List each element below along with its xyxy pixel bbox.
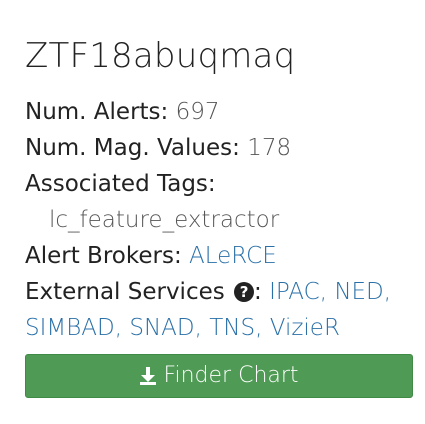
num-alerts-row: Num. Alerts: 697 [25, 94, 415, 130]
alert-brokers-label: Alert Brokers: [25, 243, 182, 269]
num-alerts-value: 697 [175, 99, 220, 125]
service-link-vizier[interactable]: VizieR [270, 315, 340, 341]
external-services-row-continued: SIMBAD, SNAD, TNS, VizieR [25, 310, 415, 346]
num-mag-values-row: Num. Mag. Values: 178 [25, 130, 415, 166]
link-separator: , [383, 279, 392, 305]
link-separator: , [194, 315, 210, 341]
service-link-snad[interactable]: SNAD [129, 315, 194, 341]
download-icon [140, 367, 157, 385]
tag-item: lc_feature_extractor [49, 207, 280, 233]
num-mag-values-label: Num. Mag. Values: [25, 135, 240, 161]
external-services-colon: : [254, 279, 262, 305]
external-services-row: External Services ?: IPAC, NED, [25, 274, 415, 310]
associated-tags-label: Associated Tags: [25, 171, 216, 197]
external-services-label: External Services [25, 279, 225, 305]
link-separator: , [255, 315, 270, 341]
service-link-ipac[interactable]: IPAC [269, 279, 320, 305]
service-link-ned[interactable]: NED [334, 279, 383, 305]
num-alerts-label: Num. Alerts: [25, 99, 169, 125]
link-separator: , [114, 315, 130, 341]
alert-brokers-row: Alert Brokers: ALeRCE [25, 238, 415, 274]
service-link-simbad[interactable]: SIMBAD [25, 315, 115, 341]
finder-chart-label: Finder Chart [163, 363, 299, 388]
broker-link-alerce[interactable]: ALeRCE [189, 243, 277, 269]
num-mag-values-value: 178 [247, 135, 292, 161]
object-summary-card: ZTF18abuqmaq Num. Alerts: 697 Num. Mag. … [25, 32, 415, 398]
link-separator: , [319, 279, 335, 305]
finder-chart-button[interactable]: Finder Chart [25, 354, 413, 398]
associated-tags-row: Associated Tags: [25, 166, 415, 202]
help-icon[interactable]: ? [234, 282, 255, 302]
object-name-title: ZTF18abuqmaq [25, 36, 296, 76]
service-link-tns[interactable]: TNS [209, 315, 255, 341]
